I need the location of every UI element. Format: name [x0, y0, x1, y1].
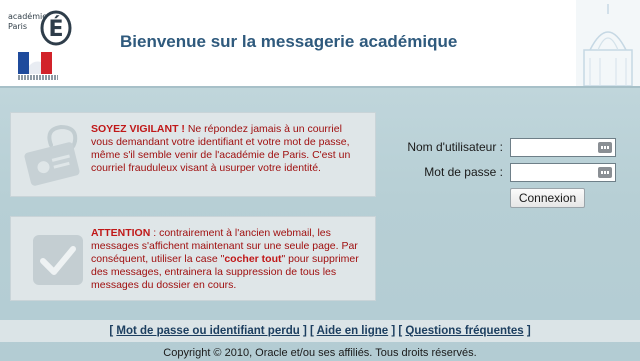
- footer-bracket: ] [: [388, 325, 406, 337]
- attention-heading: ATTENTION: [91, 227, 151, 239]
- academie-logo: académie Paris É: [4, 2, 80, 82]
- footer-bracket: ]: [523, 325, 531, 337]
- faq-link[interactable]: Questions fréquentes: [405, 325, 523, 337]
- warning-message: SOYEZ VIGILANT ! Ne répondez jamais à un…: [91, 123, 367, 175]
- checkbox-checked-icon: [33, 235, 83, 285]
- republique-francaise-caption: [18, 75, 58, 80]
- french-republic-flag-icon: [18, 52, 52, 74]
- password-manager-key-icon[interactable]: [598, 167, 612, 178]
- page-title: Bienvenue sur la messagerie académique: [120, 32, 458, 51]
- svg-text:É: É: [48, 16, 63, 42]
- sorbonne-dome-decoration-icon: [576, 0, 640, 86]
- warning-panel: SOYEZ VIGILANT ! Ne répondez jamais à un…: [10, 112, 376, 197]
- logo-e-icon: É: [40, 10, 72, 46]
- copyright-notice: Copyright © 2010, Oracle et/ou ses affil…: [163, 347, 477, 359]
- lost-password-link[interactable]: Mot de passe ou identifiant perdu: [116, 325, 299, 337]
- warning-heading: SOYEZ VIGILANT !: [91, 123, 185, 135]
- attention-highlight: cocher tout: [224, 253, 282, 265]
- online-help-link[interactable]: Aide en ligne: [317, 325, 389, 337]
- footer-bracket: ] [: [299, 325, 317, 337]
- attention-message: ATTENTION : contrairement à l'ancien web…: [91, 227, 367, 292]
- username-label: Nom d'utilisateur :: [407, 140, 503, 154]
- password-manager-key-icon[interactable]: [598, 142, 612, 153]
- footer-links: [ Mot de passe ou identifiant perdu ] [ …: [0, 320, 640, 342]
- password-label: Mot de passe :: [424, 165, 503, 179]
- id-card-hook-icon: [24, 124, 80, 186]
- attention-panel: ATTENTION : contrairement à l'ancien web…: [10, 216, 376, 301]
- header-banner: académie Paris É Bienvenue sur la messag…: [0, 0, 640, 88]
- connexion-button[interactable]: Connexion: [510, 188, 585, 208]
